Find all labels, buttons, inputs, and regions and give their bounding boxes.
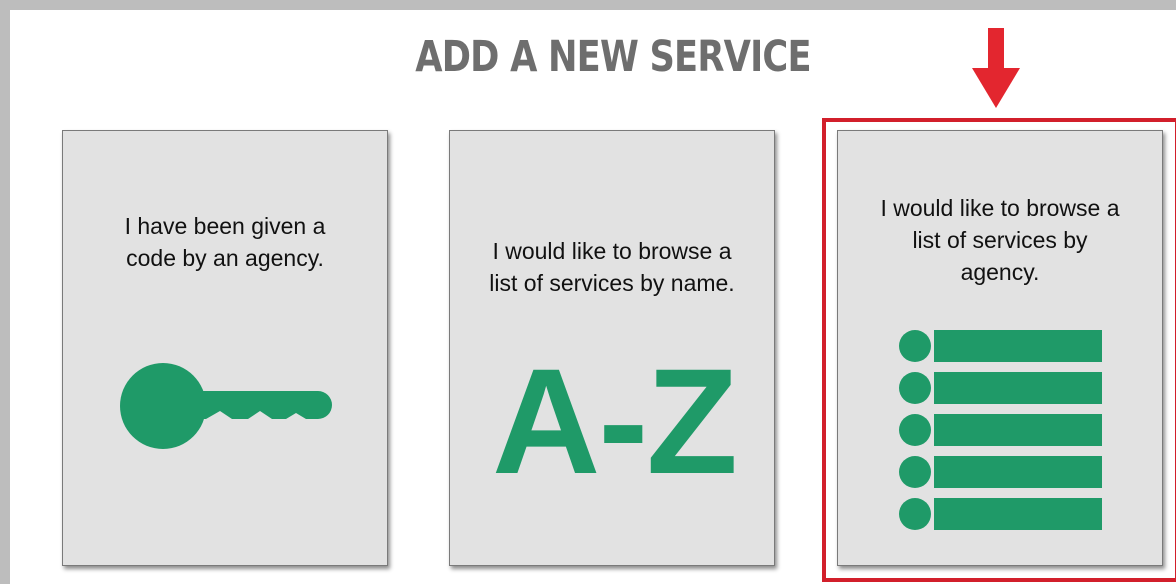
browse-by-agency-card[interactable]: I would like to browse a list of service…: [837, 130, 1163, 566]
list-icon: [899, 330, 1102, 530]
card-label: I would like to browse a list of service…: [489, 238, 735, 296]
a-z-icon: A-Z: [492, 351, 738, 481]
a-z-icon-text: A-Z: [492, 351, 736, 481]
code-from-agency-card[interactable]: I have been given a code by an agency.: [62, 130, 388, 566]
page-title: ADD A NEW SERVICE: [415, 32, 811, 82]
key-icon: [120, 363, 332, 449]
down-arrow-icon: [972, 28, 1020, 108]
card-label: I have been given a code by an agency.: [124, 213, 326, 271]
page-frame: ADD A NEW SERVICE I have been given a co…: [0, 0, 1176, 584]
browse-by-name-card[interactable]: I would like to browse a list of service…: [449, 130, 775, 566]
card-label: I would like to browse a list of service…: [880, 195, 1120, 285]
